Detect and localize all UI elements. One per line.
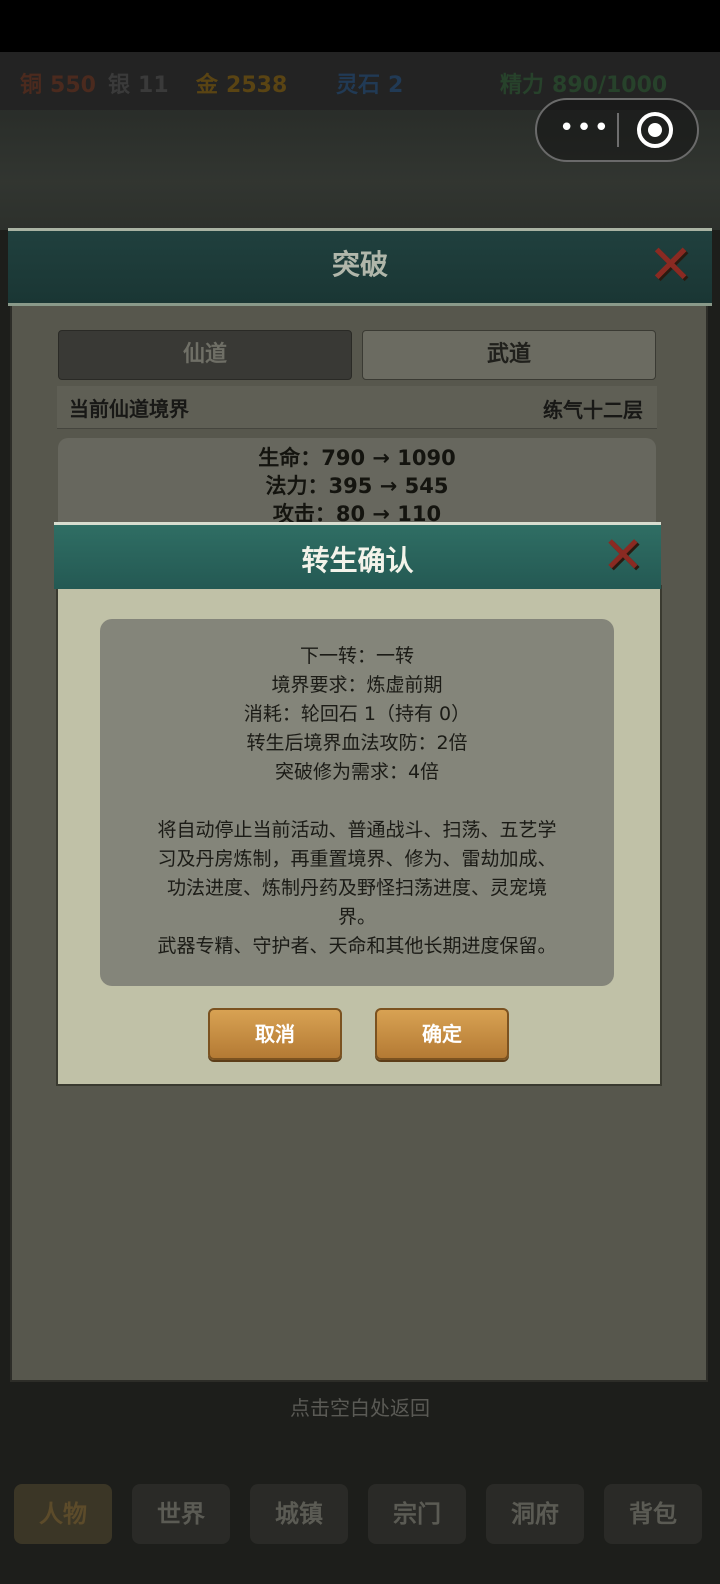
- dialog-close-icon[interactable]: ✕: [602, 527, 644, 583]
- tap-blank-hint: 点击空白处返回: [290, 1396, 430, 1420]
- capsule-divider: [617, 113, 619, 147]
- nav-cave[interactable]: 洞府: [486, 1484, 584, 1544]
- dialog-line: 界。: [337, 906, 376, 928]
- resource-label: 精力: [500, 73, 545, 98]
- stat-hp: 生命：790 → 1090: [258, 446, 456, 470]
- resource-label: 灵石: [336, 73, 381, 98]
- dialog-line: 境界要求：炼虚前期: [271, 674, 443, 696]
- realm-label: 当前仙道境界: [69, 397, 189, 421]
- nav-bag[interactable]: 背包: [604, 1484, 702, 1544]
- miniprogram-capsule: •••: [535, 98, 699, 162]
- resource-value: 2538: [226, 73, 288, 98]
- dialog-line: 武器专精、守护者、天命和其他长期进度保留。: [157, 935, 557, 957]
- dialog-line: 突破修为需求：4倍: [274, 761, 440, 783]
- resource-spirit-stone: 灵石 2: [336, 67, 403, 99]
- resource-value: 550: [50, 73, 96, 98]
- tab-xiandao[interactable]: 仙道: [58, 330, 352, 380]
- dialog-content-box: 下一转：一转 境界要求：炼虚前期 消耗：轮回石 1（持有 0） 转生后境界血法攻…: [100, 619, 614, 986]
- resource-value: 890/1000: [552, 73, 668, 98]
- nav-sect[interactable]: 宗门: [368, 1484, 466, 1544]
- nav-town[interactable]: 城镇: [250, 1484, 348, 1544]
- dialog-line: 功法进度、炼制丹药及野怪扫荡进度、灵宠境: [166, 877, 547, 899]
- tab-wudao[interactable]: 武道: [362, 330, 656, 380]
- confirm-button[interactable]: 确定: [375, 1008, 509, 1060]
- resource-gold: 金 2538: [196, 67, 287, 99]
- breakthrough-header: 突破 ✕: [8, 228, 712, 306]
- resource-label: 银: [108, 73, 131, 98]
- dialog-line: 消耗：轮回石 1（持有 0）: [243, 703, 471, 725]
- cancel-button[interactable]: 取消: [208, 1008, 342, 1060]
- current-realm-row: 当前仙道境界 练气十二层: [57, 386, 657, 429]
- nav-character[interactable]: 人物: [14, 1484, 112, 1544]
- dialog-title: 转生确认: [301, 544, 414, 577]
- dialog-line: 将自动停止当前活动、普通战斗、扫荡、五艺学: [157, 819, 557, 841]
- dialog-line: 习及丹房炼制，再重置境界、修为、雷劫加成、: [157, 848, 557, 870]
- nav-world[interactable]: 世界: [132, 1484, 230, 1544]
- dialog-header: 转生确认 ✕: [54, 522, 661, 589]
- dialog-line: 下一转：一转: [299, 645, 414, 667]
- realm-value: 练气十二层: [543, 398, 643, 422]
- target-close-icon[interactable]: [637, 112, 673, 148]
- resource-label: 金: [196, 73, 219, 98]
- stat-mp: 法力：395 → 545: [265, 474, 449, 498]
- more-dots-icon[interactable]: •••: [559, 108, 609, 148]
- resource-value: 11: [138, 73, 169, 98]
- resource-value: 2: [388, 73, 404, 98]
- breakthrough-title: 突破: [331, 248, 388, 281]
- resource-label: 铜: [20, 73, 43, 98]
- close-icon[interactable]: ✕: [648, 235, 693, 295]
- resource-copper: 铜 550: [20, 67, 96, 99]
- resource-silver: 银 11: [108, 67, 169, 99]
- resource-energy: 精力 890/1000: [500, 67, 667, 99]
- dialog-line: 转生后境界血法攻防：2倍: [246, 732, 468, 754]
